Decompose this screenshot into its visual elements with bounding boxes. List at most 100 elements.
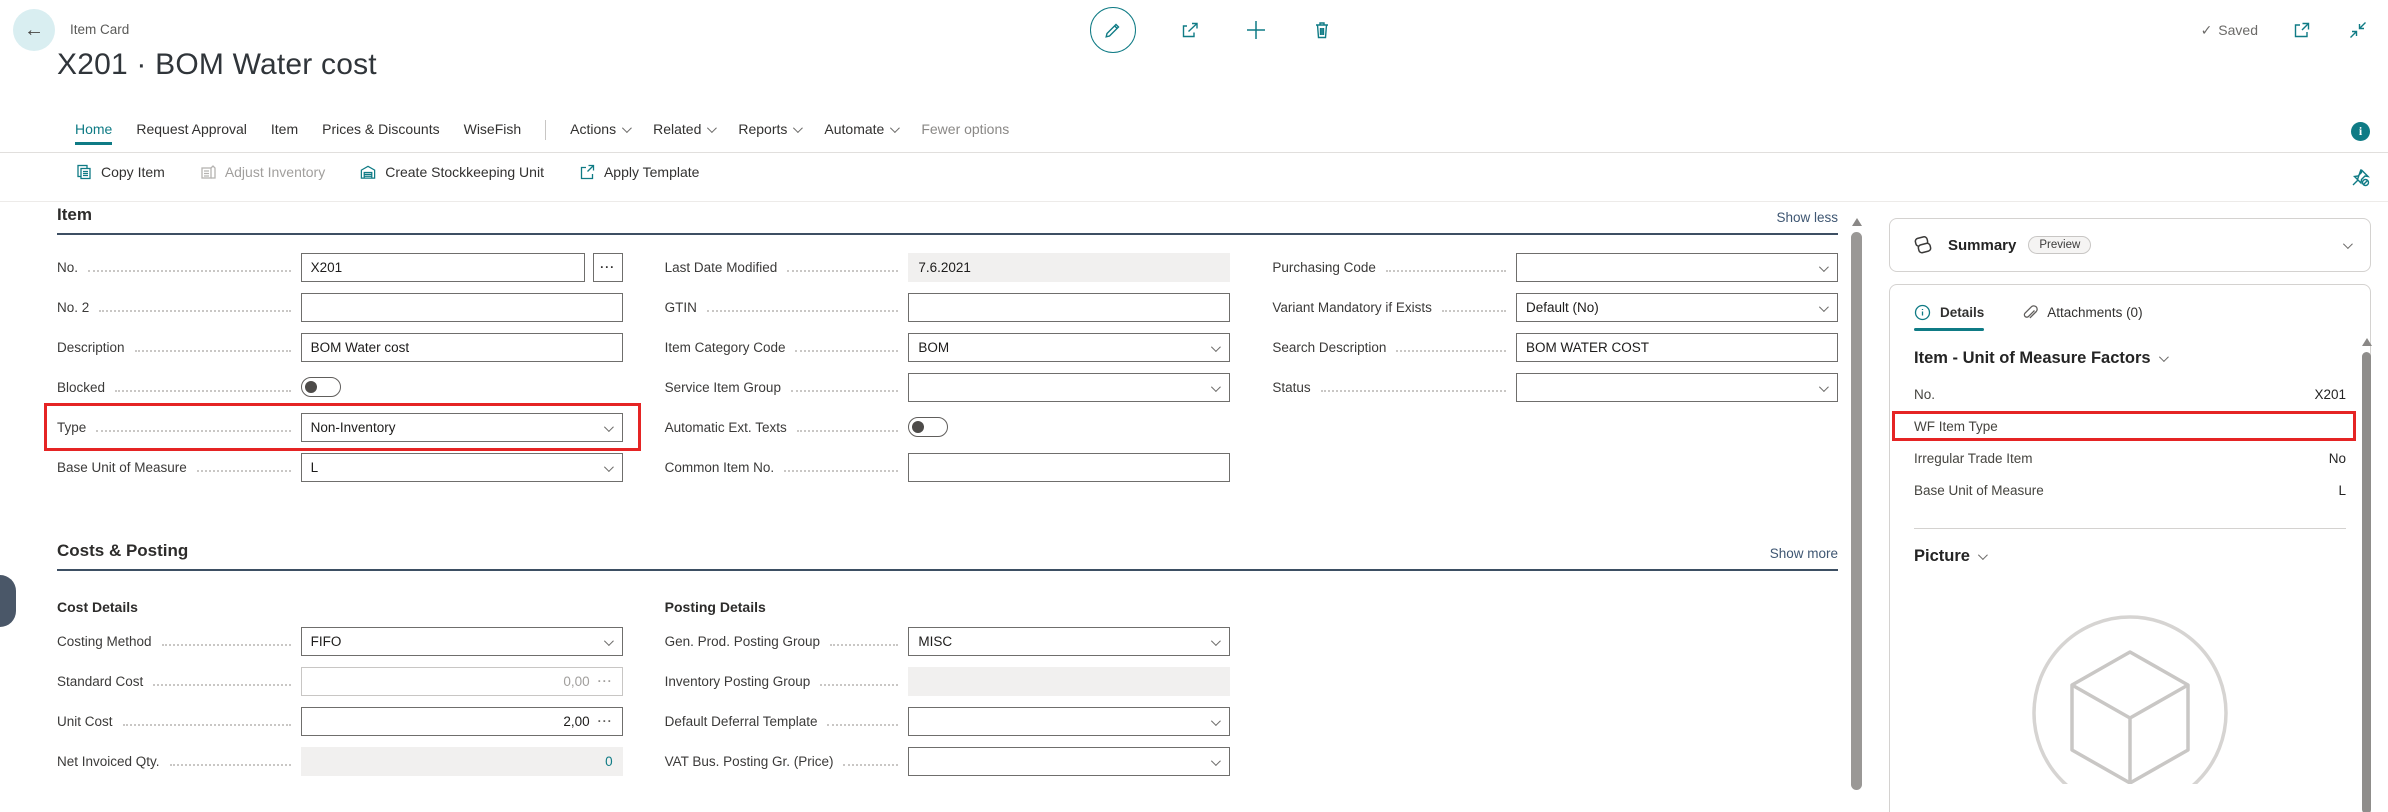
field-input[interactable] [908,373,1230,402]
action-label: Adjust Inventory [225,164,325,180]
tab-home[interactable]: Home [75,121,112,143]
scroll-up-arrow-icon[interactable] [1852,218,1862,226]
field-label: Costing Method [57,634,152,649]
field-input[interactable]: Default (No) [1516,293,1838,322]
main-scrollbar[interactable] [1850,218,1863,808]
factbox-tab-details[interactable]: Details [1914,304,1984,331]
tab-actions[interactable]: Actions [570,121,629,143]
field-value: BOM Water cost [311,340,613,355]
field-label: GTIN [665,300,697,315]
create-stockkeeping-unit-button[interactable]: Create Stockkeeping Unit [359,163,544,181]
field-label: Type [57,420,86,435]
field-input[interactable]: X201 [301,253,585,282]
field-service-item-group: Service Item Group [665,367,1231,407]
edit-button[interactable] [1090,7,1136,53]
tab-wisefish[interactable]: WiseFish [464,121,522,143]
field-input[interactable] [908,293,1230,322]
tab-automate[interactable]: Automate [824,121,897,143]
toggle-off[interactable] [908,417,948,437]
toggle-off[interactable] [301,377,341,397]
field-input[interactable] [301,293,623,322]
toggle-knob [305,381,317,393]
field-input[interactable] [1516,253,1838,282]
apply-template-icon [578,163,596,181]
dotted-leader [797,430,899,432]
costs-section-title[interactable]: Costs & Posting [57,541,188,561]
dotted-leader [843,764,898,766]
tab-prices-discounts[interactable]: Prices & Discounts [322,121,439,143]
assist-edit-button[interactable]: ··· [598,714,613,728]
factbox-scrollbar-thumb[interactable] [2362,352,2371,812]
page-type-label: Item Card [70,22,129,37]
dotted-leader [795,350,898,352]
chevron-down-icon [1211,716,1221,726]
field-input[interactable]: BOM [908,333,1230,362]
item-picture-placeholder[interactable] [1914,614,2346,784]
popout-icon[interactable] [2290,18,2314,42]
field-input[interactable]: MISC [908,627,1230,656]
main-scrollbar-thumb[interactable] [1851,232,1862,790]
factbox-scrollbar[interactable] [2361,338,2372,812]
apply-template-button[interactable]: Apply Template [578,163,699,181]
tab-related[interactable]: Related [653,121,714,143]
field-value: BOM [918,340,1220,355]
field-value: X201 [311,260,575,275]
field-net-invoiced-qty-: Net Invoiced Qty.0 [57,741,623,781]
delete-icon[interactable] [1310,18,1334,42]
dotted-leader [96,430,290,432]
collapse-icon[interactable] [2346,18,2370,42]
factbox-field-value[interactable]: L [2338,483,2346,498]
add-icon[interactable] [1244,18,1268,42]
assist-edit-button[interactable]: ··· [593,253,623,282]
tab-fewer-options[interactable]: Fewer options [921,121,1009,143]
factbox-details-header[interactable]: Item - Unit of Measure Factors [1914,349,2346,368]
show-more-link[interactable]: Show more [1770,546,1838,561]
field-input[interactable]: L [301,453,623,482]
field-value: FIFO [311,634,613,649]
field-default-deferral-template: Default Deferral Template [665,701,1231,741]
field-label: No. 2 [57,300,89,315]
field-vat-bus-posting-gr-price-: VAT Bus. Posting Gr. (Price) [665,741,1231,781]
left-pane-handle[interactable] [0,575,16,627]
back-button[interactable]: ← [13,9,55,51]
factbox-field-value[interactable]: No [2329,451,2346,466]
copy-item-icon [75,163,93,181]
field-input[interactable]: BOM Water cost [301,333,623,362]
field-input[interactable] [1516,373,1838,402]
field-input[interactable]: 2,00··· [301,707,623,736]
summary-title: Summary [1948,237,2016,254]
field-input[interactable] [908,747,1230,776]
copy-item-button[interactable]: Copy Item [75,163,165,181]
field-input[interactable]: FIFO [301,627,623,656]
factbox-field-no-: No.X201 [1914,378,2346,410]
picture-header[interactable]: Picture [1914,547,2346,566]
field-label: VAT Bus. Posting Gr. (Price) [665,754,834,769]
unpin-icon[interactable] [2348,166,2372,190]
field-inventory-posting-group: Inventory Posting Group [665,661,1231,701]
field-input[interactable]: Non-Inventory [301,413,623,442]
dotted-leader [1386,270,1506,272]
factbox-field-wf-item-type: WF Item Type [1914,410,2346,442]
dotted-leader [1321,390,1506,392]
factbox-field-value[interactable]: X201 [2314,387,2346,402]
tab-label: Prices & Discounts [322,121,439,137]
edit-icon [1101,18,1125,42]
field-input[interactable]: BOM WATER COST [1516,333,1838,362]
scroll-up-arrow-icon[interactable] [2362,338,2372,346]
field-input[interactable] [908,453,1230,482]
assist-edit-button: ··· [598,674,613,688]
info-icon[interactable]: i [2351,122,2370,141]
share-icon[interactable] [1178,18,1202,42]
tab-item[interactable]: Item [271,121,298,143]
field-input[interactable] [908,707,1230,736]
field-label: Item Category Code [665,340,786,355]
copilot-summary-card[interactable]: Summary Preview [1889,218,2371,272]
tab-reports[interactable]: Reports [738,121,800,143]
dotted-leader [830,644,898,646]
item-section-title[interactable]: Item [57,205,92,225]
show-less-link[interactable]: Show less [1776,210,1838,225]
factbox-tab-attachments-0-[interactable]: Attachments (0) [2020,303,2142,331]
field-type: Type Non-Inventory [57,407,623,447]
field-label: Blocked [57,380,105,395]
tab-request-approval[interactable]: Request Approval [136,121,247,143]
